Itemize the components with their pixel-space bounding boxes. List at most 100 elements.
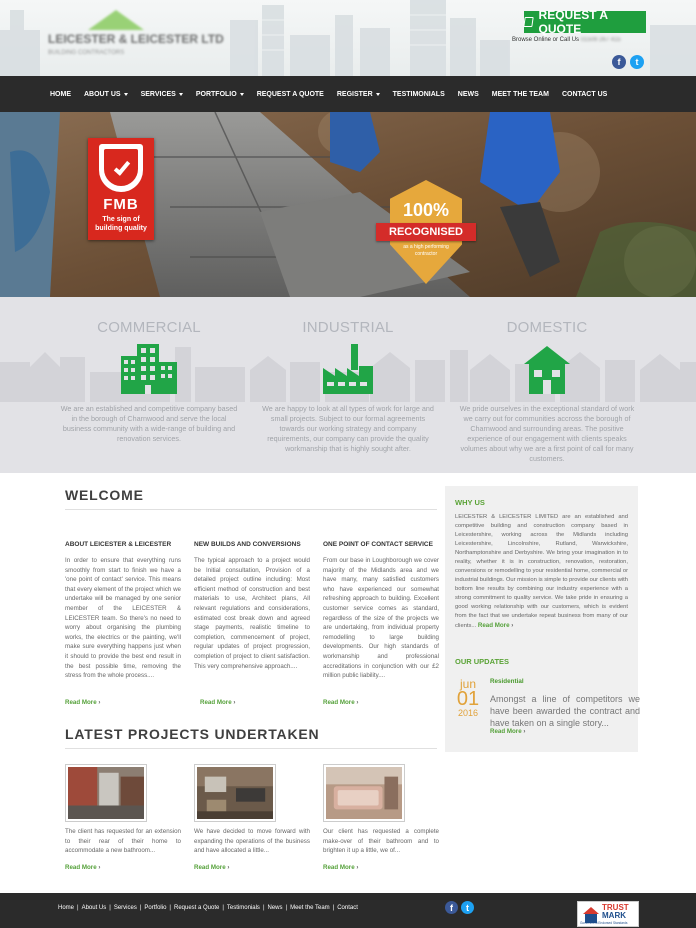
update-day: 01 (456, 688, 480, 710)
house-icon (524, 346, 570, 394)
nav-label: HOME (50, 90, 71, 98)
why-us-text: LEICESTER & LEICESTER LIMITED are an est… (455, 513, 628, 631)
nav-request-quote[interactable]: REQUEST A QUOTE (257, 91, 324, 98)
footer-link-services[interactable]: Services (114, 905, 137, 911)
read-more-link[interactable]: Read More (65, 699, 100, 706)
project-thumbnail[interactable] (194, 764, 276, 822)
project-text: Our client has requested a complete make… (323, 828, 439, 855)
footer-link-portfolio[interactable]: Portfolio (144, 905, 166, 911)
phone-number[interactable]: 01509 267 415 (581, 37, 621, 43)
nav-label: CONTACT US (561, 90, 608, 98)
welcome-column-new-builds: NEW BUILDS AND CONVERSIONS The typical a… (194, 541, 310, 709)
service-commercial[interactable]: COMMERCIAL We are an established and com… (59, 297, 239, 444)
latest-projects-section: LATEST PROJECTS UNDERTAKEN (65, 726, 437, 749)
read-more-link[interactable]: Read More (65, 864, 100, 871)
request-quote-button[interactable]: REQUEST A QUOTE (523, 8, 646, 36)
column-heading: ABOUT LEICESTER & LEICESTER (65, 541, 172, 548)
footer-link-request-quote[interactable]: Request a Quote (174, 905, 219, 911)
logo-name: LEICESTER & LEICESTER LTD (48, 32, 224, 46)
update-text: Amongst a line of competitors we have be… (490, 694, 640, 728)
nav-about-us[interactable]: ABOUT US (84, 91, 128, 98)
project-photo-office (197, 767, 273, 819)
read-more-link[interactable]: Read More (323, 699, 358, 706)
service-industrial[interactable]: INDUSTRIAL We are happy to look at all t… (258, 297, 438, 454)
update-date: jun 01 2016 (455, 678, 481, 718)
fmb-shield-icon (99, 144, 143, 192)
nav-meet-the-team[interactable]: MEET THE TEAM (492, 91, 549, 98)
column-heading: ONE POINT OF CONTACT SERVICE (323, 541, 433, 548)
twitter-icon[interactable]: t (630, 55, 644, 69)
project-thumbnail[interactable] (65, 764, 147, 822)
separator: | (77, 905, 79, 911)
read-more-link[interactable]: Read More (200, 699, 235, 706)
nav-label: MEET THE TEAM (491, 90, 549, 98)
separator: | (169, 905, 171, 911)
read-more-link[interactable]: Read More (478, 622, 513, 629)
trustmark-logo[interactable]: TRUST MARK Government Endorsed Standards (577, 901, 639, 927)
site-header: LEICESTER & LEICESTER LTD BUILDING CONTR… (0, 0, 696, 76)
column-heading: NEW BUILDS AND CONVERSIONS (194, 541, 301, 548)
service-title: COMMERCIAL (97, 319, 201, 336)
fmb-line2: building quality (95, 225, 147, 232)
nav-label: NEWS (457, 90, 479, 98)
footer-link-meet-the-team[interactable]: Meet the Team (290, 905, 330, 911)
fmb-abbr: FMB (103, 196, 139, 213)
welcome-section: WELCOME (65, 487, 437, 510)
welcome-column-about: ABOUT LEICESTER & LEICESTER In order to … (65, 541, 181, 709)
footer-nav: Home | About Us | Services | Portfolio | Req… (58, 905, 358, 911)
nav-testimonials[interactable]: TESTIMONIALS (393, 91, 445, 98)
trustmark-word2: MARK (602, 911, 626, 920)
read-more-link[interactable]: Read More (194, 864, 229, 871)
column-text: From our base in Loughborough we cover m… (323, 557, 439, 680)
project-card: Our client has requested a complete make… (323, 764, 439, 874)
twitter-icon[interactable]: t (461, 901, 474, 914)
badge-percent: 100% (402, 200, 450, 220)
update-year: 2016 (457, 708, 479, 718)
caret-down-icon (123, 92, 128, 96)
project-thumbnail[interactable] (323, 764, 405, 822)
office-buildings-icon (121, 344, 177, 394)
badge-ribbon: RECOGNISED (376, 223, 476, 241)
facebook-icon[interactable]: f (612, 55, 626, 69)
logo-tagline: BUILDING CONTRACTORS (48, 50, 125, 56)
read-more-link[interactable]: Read More (490, 728, 525, 735)
nav-label: REQUEST A QUOTE (256, 90, 324, 98)
footer-link-about-us[interactable]: About Us (82, 905, 107, 911)
project-card: We have decided to move forward with exp… (194, 764, 310, 874)
separator: | (285, 905, 288, 911)
nav-label: PORTFOLIO (195, 90, 237, 98)
why-us-title: WHY US (455, 498, 485, 507)
footer-link-contact[interactable]: Contact (337, 905, 358, 911)
fmb-badge: FMB The sign of building quality (88, 138, 154, 240)
facebook-icon[interactable]: f (445, 901, 458, 914)
footer-link-home[interactable]: Home (58, 905, 74, 911)
service-domestic[interactable]: DOMESTIC We pride ourselves in the excep… (457, 297, 637, 464)
read-more-link[interactable]: Read More (323, 864, 358, 871)
contact-line: Browse Online or Call Us 01509 267 415 (512, 37, 621, 43)
welcome-column-contact-service: ONE POINT OF CONTACT SERVICE From our ba… (323, 541, 439, 709)
caret-down-icon (178, 92, 183, 96)
latest-projects-title: LATEST PROJECTS UNDERTAKEN (65, 726, 320, 742)
separator: | (109, 905, 111, 911)
column-text: In order to ensure that everything runs … (65, 557, 181, 680)
project-text: We have decided to move forward with exp… (194, 828, 310, 855)
nav-register[interactable]: REGISTER (337, 91, 380, 98)
welcome-title: WELCOME (65, 487, 144, 503)
nav-contact-us[interactable]: CONTACT US (562, 91, 607, 98)
nav-home[interactable]: HOME (50, 91, 71, 98)
caret-down-icon (375, 92, 380, 96)
update-title[interactable]: Residential (490, 678, 524, 685)
trustmark-sub: Government Endorsed Standards (580, 921, 628, 925)
footer-link-news[interactable]: News (268, 905, 283, 911)
nav-label: TESTIMONIALS (392, 90, 445, 98)
nav-label: REGISTER (336, 90, 373, 98)
column-text: The typical approach to a project would … (194, 557, 310, 670)
nav-portfolio[interactable]: PORTFOLIO (196, 91, 244, 98)
project-text: The client has requested for an extensio… (65, 828, 181, 855)
nav-services[interactable]: SERVICES (141, 91, 183, 98)
caret-down-icon (239, 92, 244, 96)
nav-news[interactable]: NEWS (458, 91, 479, 98)
footer-link-testimonials[interactable]: Testimonials (227, 905, 260, 911)
services-strip: COMMERCIAL We are an established and com… (0, 297, 696, 473)
company-logo[interactable]: LEICESTER & LEICESTER LTD BUILDING CONTR… (48, 8, 224, 68)
